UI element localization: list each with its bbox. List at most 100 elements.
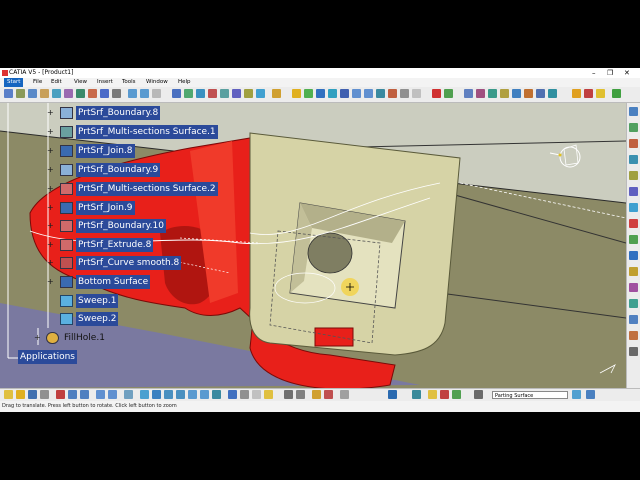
zoom-in-icon[interactable]	[352, 89, 361, 98]
sweep-tool-icon[interactable]	[88, 89, 97, 98]
measure-icon[interactable]	[152, 89, 161, 98]
parting-surface-icon[interactable]	[474, 390, 483, 399]
save-icon[interactable]	[28, 390, 37, 399]
cut-icon[interactable]	[56, 390, 65, 399]
right-tool-12-icon[interactable]	[629, 283, 638, 292]
zoom-out-icon[interactable]	[364, 89, 373, 98]
workbench-icon[interactable]	[612, 89, 621, 98]
shading-icon[interactable]	[400, 89, 409, 98]
split-mold-icon[interactable]	[536, 89, 545, 98]
menu-file[interactable]: File	[33, 78, 42, 87]
plane-icon[interactable]	[52, 89, 61, 98]
right-tool-7-icon[interactable]	[629, 203, 638, 212]
menu-insert[interactable]: Insert	[97, 78, 113, 87]
parting-tool-icon[interactable]	[464, 89, 473, 98]
menu-edit[interactable]: Edit	[51, 78, 62, 87]
menu-help[interactable]: Help	[178, 78, 191, 87]
product-bottom-icon[interactable]	[428, 390, 437, 399]
hide-show-icon[interactable]	[292, 89, 301, 98]
expand-icon[interactable]: +	[47, 185, 54, 193]
select-icon[interactable]	[4, 89, 13, 98]
right-tool-10-icon[interactable]	[629, 251, 638, 260]
redo-icon[interactable]	[140, 89, 149, 98]
catalog-icon[interactable]	[324, 390, 333, 399]
print-icon[interactable]	[40, 390, 49, 399]
line-icon[interactable]	[40, 89, 49, 98]
right-tool-5-icon[interactable]	[629, 171, 638, 180]
minimize-button[interactable]: –	[592, 68, 596, 78]
3d-viewport[interactable]: + PrtSrf_Boundary.8 + PrtSrf_Multi-secti…	[0, 103, 626, 388]
transfer-icon[interactable]	[524, 89, 533, 98]
fillet-tool-icon[interactable]	[232, 89, 241, 98]
curvature-analysis-icon[interactable]	[444, 89, 453, 98]
open-file-icon[interactable]	[16, 390, 25, 399]
wireframe-icon[interactable]	[412, 89, 421, 98]
rotate-tool-icon[interactable]	[256, 89, 265, 98]
part-bottom-icon[interactable]	[440, 390, 449, 399]
sketch-icon[interactable]	[16, 89, 25, 98]
formula-icon[interactable]	[312, 390, 321, 399]
right-tool-6-icon[interactable]	[629, 187, 638, 196]
point-icon[interactable]	[28, 89, 37, 98]
parting-surface-select[interactable]: Parting Surface	[492, 391, 568, 399]
normal-view-icon[interactable]	[376, 89, 385, 98]
expand-icon[interactable]: +	[47, 147, 54, 155]
normal-view-bottom-icon[interactable]	[212, 390, 221, 399]
close-button[interactable]: ✕	[624, 68, 630, 78]
shading-bottom-icon[interactable]	[240, 390, 249, 399]
swap-visible-space-icon[interactable]	[304, 89, 313, 98]
parting-options-icon[interactable]	[412, 390, 421, 399]
part-icon[interactable]	[584, 89, 593, 98]
menu-window[interactable]: Window	[146, 78, 168, 87]
aggregate-icon[interactable]	[512, 89, 521, 98]
new-file-icon[interactable]	[4, 390, 13, 399]
right-tool-9-icon[interactable]	[629, 235, 638, 244]
expand-icon[interactable]: +	[47, 222, 54, 230]
expand-icon[interactable]: +	[47, 109, 54, 117]
pulling-direction-icon[interactable]	[488, 89, 497, 98]
pan-icon[interactable]	[328, 89, 337, 98]
right-tool-2-icon[interactable]	[629, 123, 638, 132]
right-tool-15-icon[interactable]	[629, 331, 638, 340]
zoom-out-bottom-icon[interactable]	[200, 390, 209, 399]
maximize-button[interactable]: ❐	[607, 68, 613, 78]
whats-this-icon[interactable]	[124, 390, 133, 399]
undo-bottom-icon[interactable]	[96, 390, 105, 399]
expand-icon[interactable]: +	[47, 166, 54, 174]
fit-all-bottom-icon[interactable]	[152, 390, 161, 399]
zoom-in-bottom-icon[interactable]	[188, 390, 197, 399]
apply-icon[interactable]	[572, 390, 581, 399]
right-tool-4-icon[interactable]	[629, 155, 638, 164]
draft-analysis-icon[interactable]	[432, 89, 441, 98]
right-tool-3-icon[interactable]	[629, 139, 638, 148]
right-tool-16-icon[interactable]	[629, 347, 638, 356]
right-tool-11-icon[interactable]	[629, 267, 638, 276]
extrude-tool-icon[interactable]	[64, 89, 73, 98]
expand-icon[interactable]: +	[47, 259, 54, 267]
symmetry-tool-icon[interactable]	[272, 89, 281, 98]
measure-item-icon[interactable]	[296, 390, 305, 399]
compass-icon[interactable]	[546, 139, 590, 179]
rotate-bottom-icon[interactable]	[176, 390, 185, 399]
product-icon[interactable]	[572, 89, 581, 98]
rotate-view-icon[interactable]	[340, 89, 349, 98]
update-icon[interactable]	[586, 390, 595, 399]
redo-bottom-icon[interactable]	[108, 390, 117, 399]
pan-bottom-icon[interactable]	[164, 390, 173, 399]
fly-mode-icon[interactable]	[140, 390, 149, 399]
trim-tool-icon[interactable]	[196, 89, 205, 98]
expand-icon[interactable]: +	[47, 278, 54, 286]
boundary-tool-icon[interactable]	[208, 89, 217, 98]
surface-bottom-icon[interactable]	[452, 390, 461, 399]
quick-view-icon[interactable]	[228, 390, 237, 399]
lamp-icon[interactable]	[596, 89, 605, 98]
expand-icon[interactable]: +	[47, 241, 54, 249]
split-tool-icon[interactable]	[184, 89, 193, 98]
menu-start[interactable]: Start	[4, 78, 24, 87]
explode-view-icon[interactable]	[500, 89, 509, 98]
hide-show-bottom-icon[interactable]	[252, 390, 261, 399]
swap-visible-bottom-icon[interactable]	[264, 390, 273, 399]
measure-between-icon[interactable]	[284, 390, 293, 399]
tree-item-applications[interactable]: Applications	[18, 350, 77, 364]
right-tool-8-icon[interactable]	[629, 219, 638, 228]
